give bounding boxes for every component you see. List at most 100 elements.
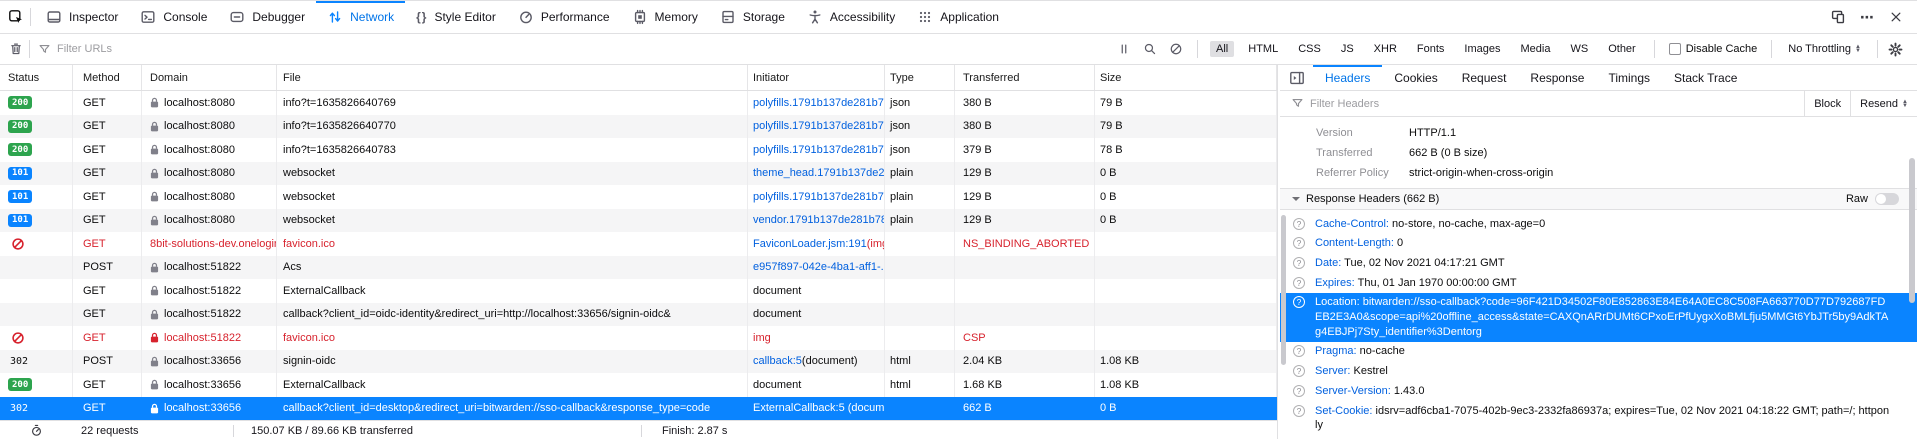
scrollbar-thumb[interactable]: [1281, 215, 1286, 365]
table-row[interactable]: 302 POST localhost:33656 signin-oidc cal…: [0, 350, 1277, 374]
details-tab-request[interactable]: Request: [1450, 65, 1519, 90]
table-row[interactable]: GET localhost:51822 ExternalCallback doc…: [0, 279, 1277, 303]
raw-toggle[interactable]: [1875, 193, 1899, 205]
initiator-link[interactable]: vendor.1791b137de281b787...: [753, 214, 885, 226]
close-icon[interactable]: [1889, 10, 1903, 24]
help-icon[interactable]: ?: [1293, 385, 1305, 397]
details-tab-response[interactable]: Response: [1518, 65, 1596, 90]
table-row[interactable]: GET localhost:51822 favicon.ico img CSP: [0, 326, 1277, 350]
tab-accessibility[interactable]: Accessibility: [796, 1, 906, 33]
cell-status: 200: [0, 373, 73, 397]
help-icon[interactable]: ?: [1293, 257, 1305, 269]
filter-urls-input[interactable]: [57, 43, 277, 55]
response-header-row[interactable]: ? Set-Cookie: idsrv=adf6cba1-7075-402b-9…: [1280, 401, 1917, 435]
details-tab-headers[interactable]: Headers: [1313, 65, 1382, 90]
scrollbar-thumb[interactable]: [1909, 158, 1915, 303]
column-header-transferred[interactable]: Transferred: [955, 65, 1095, 90]
help-icon[interactable]: ?: [1293, 296, 1305, 308]
disable-cache[interactable]: Disable Cache: [1669, 43, 1758, 55]
tab-style-editor[interactable]: {}Style Editor: [405, 1, 507, 33]
stopwatch-icon[interactable]: [30, 424, 43, 437]
trash-icon[interactable]: [9, 42, 23, 56]
response-header-row[interactable]: ? Location: bitwarden://sso-callback?cod…: [1280, 293, 1917, 342]
table-row[interactable]: 200 GET localhost:8080 info?t=1635826640…: [0, 115, 1277, 139]
pause-icon[interactable]: [1117, 42, 1131, 56]
tab-memory[interactable]: Memory: [621, 1, 709, 33]
filter-js[interactable]: JS: [1335, 41, 1360, 57]
filter-fonts[interactable]: Fonts: [1411, 41, 1451, 57]
tab-performance[interactable]: Performance: [507, 1, 621, 33]
table-row[interactable]: 302 GET localhost:33656 callback?client_…: [0, 397, 1277, 421]
help-icon[interactable]: ?: [1293, 365, 1305, 377]
initiator-link[interactable]: callback:5: [753, 355, 802, 367]
response-header-row[interactable]: ? Pragma: no-cache: [1280, 342, 1917, 362]
filter-images[interactable]: Images: [1458, 41, 1506, 57]
table-row[interactable]: 200 GET localhost:8080 info?t=1635826640…: [0, 138, 1277, 162]
filter-html[interactable]: HTML: [1242, 41, 1284, 57]
block-button[interactable]: Block: [1804, 91, 1850, 116]
help-icon[interactable]: ?: [1293, 277, 1305, 289]
help-icon[interactable]: ?: [1293, 237, 1305, 249]
resend-button[interactable]: Resend ▲▼: [1850, 91, 1917, 116]
tab-inspector[interactable]: Inspector: [35, 1, 129, 33]
tab-storage[interactable]: Storage: [709, 1, 796, 33]
initiator-link[interactable]: polyfills.1791b137de281b787...: [753, 191, 885, 203]
filter-css[interactable]: CSS: [1292, 41, 1327, 57]
column-header-file[interactable]: File: [277, 65, 748, 90]
help-icon[interactable]: ?: [1293, 345, 1305, 357]
tab-application[interactable]: Application: [906, 1, 1010, 33]
initiator-link[interactable]: polyfills.1791b137de281b787...: [753, 144, 885, 156]
table-row[interactable]: 101 GET localhost:8080 websocket theme_h…: [0, 162, 1277, 186]
table-row[interactable]: 200 GET localhost:8080 info?t=1635826640…: [0, 91, 1277, 115]
filter-media[interactable]: Media: [1515, 41, 1557, 57]
table-row[interactable]: 101 GET localhost:8080 websocket vendor.…: [0, 209, 1277, 233]
help-icon[interactable]: ?: [1293, 218, 1305, 230]
filter-all[interactable]: All: [1210, 41, 1234, 57]
filter-other[interactable]: Other: [1602, 41, 1642, 57]
response-header-row[interactable]: ? Cache-Control: no-store, no-cache, max…: [1280, 214, 1917, 234]
filter-headers-input[interactable]: [1310, 98, 1804, 110]
meatball-menu-icon[interactable]: ⋯: [1860, 9, 1875, 26]
initiator-link[interactable]: e957f897-042e-4ba1-aff1-...: [753, 261, 885, 273]
response-header-row[interactable]: ? Date: Tue, 02 Nov 2021 04:17:21 GMT: [1280, 253, 1917, 273]
table-row[interactable]: 200 GET localhost:33656 ExternalCallback…: [0, 373, 1277, 397]
initiator-link[interactable]: FaviconLoader.jsm:191: [753, 238, 867, 250]
details-tab-timings[interactable]: Timings: [1596, 65, 1662, 90]
table-row[interactable]: 101 GET localhost:8080 websocket polyfil…: [0, 185, 1277, 209]
initiator-link[interactable]: polyfills.1791b137de281b787...: [753, 97, 885, 109]
block-icon[interactable]: [1169, 42, 1183, 56]
table-row[interactable]: POST localhost:51822 Acs e957f897-042e-4…: [0, 256, 1277, 280]
table-row[interactable]: GET 8bit-solutions-dev.onelogin.... favi…: [0, 232, 1277, 256]
filter-xhr[interactable]: XHR: [1368, 41, 1403, 57]
tab-console[interactable]: Console: [129, 1, 218, 33]
help-icon[interactable]: ?: [1293, 405, 1305, 417]
element-picker-icon[interactable]: [8, 9, 24, 25]
response-header-row[interactable]: ? Content-Length: 0: [1280, 234, 1917, 254]
column-header-status[interactable]: Status: [0, 65, 73, 90]
sidebar-toggle-icon[interactable]: [1289, 70, 1305, 86]
disable-cache-checkbox[interactable]: [1669, 43, 1681, 55]
search-icon[interactable]: [1143, 42, 1157, 56]
response-header-row[interactable]: ? Expires: Thu, 01 Jan 1970 00:00:00 GMT: [1280, 273, 1917, 293]
response-headers-section[interactable]: Response Headers (662 B) Raw: [1280, 188, 1917, 210]
column-header-type[interactable]: Type: [885, 65, 955, 90]
details-tab-stack-trace[interactable]: Stack Trace: [1662, 65, 1749, 90]
response-header-row[interactable]: ? Server: Kestrel: [1280, 362, 1917, 382]
column-header-method[interactable]: Method: [73, 65, 142, 90]
tab-debugger[interactable]: Debugger: [218, 1, 316, 33]
responsive-mode-icon[interactable]: [1830, 9, 1846, 25]
gear-icon[interactable]: [1888, 42, 1903, 57]
column-header-domain[interactable]: Domain: [142, 65, 277, 90]
response-header-row[interactable]: ? Server-Version: 1.43.0: [1280, 381, 1917, 401]
initiator-link[interactable]: theme_head.1791b137de281...: [753, 167, 885, 179]
table-row[interactable]: GET localhost:51822 callback?client_id=o…: [0, 303, 1277, 327]
filter-ws[interactable]: WS: [1564, 41, 1594, 57]
cell-initiator: polyfills.1791b137de281b787...: [748, 91, 885, 115]
column-header-initiator[interactable]: Initiator: [748, 65, 885, 90]
initiator-link[interactable]: polyfills.1791b137de281b787...: [753, 120, 885, 132]
throttling-dropdown[interactable]: No Throttling ▲▼: [1788, 43, 1861, 55]
response-header-row[interactable]: ? X-Rate-Limit-Limit: 1m: [1280, 435, 1917, 439]
details-tab-cookies[interactable]: Cookies: [1382, 65, 1449, 90]
tab-network[interactable]: Network: [316, 1, 405, 33]
column-header-size[interactable]: Size: [1095, 65, 1277, 90]
